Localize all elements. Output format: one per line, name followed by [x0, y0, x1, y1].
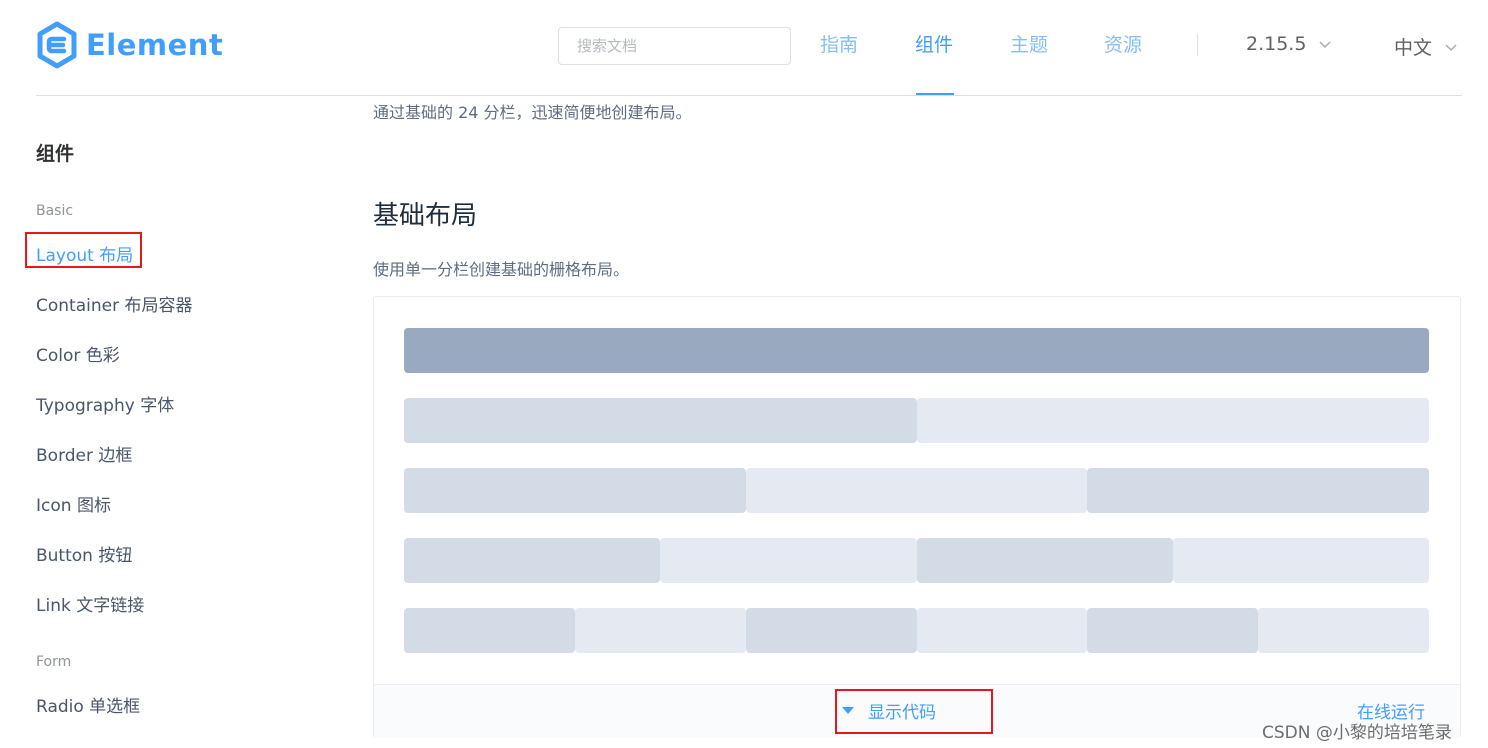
section-description: 使用单一分栏创建基础的栅格布局。	[373, 260, 630, 279]
nav-resource[interactable]: 资源	[1104, 30, 1142, 57]
nav-component[interactable]: 组件	[915, 30, 953, 57]
header-divider	[36, 95, 1462, 96]
top-header: Element 指南 组件 主题 资源 2.15.5 中文	[0, 0, 1488, 96]
watermark: CSDN @小黎的培培笔录	[1262, 723, 1452, 743]
chevron-down-icon	[1445, 43, 1457, 51]
grid-col-span-12	[917, 398, 1429, 443]
show-code-label: 显示代码	[868, 703, 936, 723]
grid-col-span-4	[917, 608, 1087, 653]
language-dropdown[interactable]: 中文	[1394, 33, 1458, 60]
sidebar-item-radio[interactable]: Radio 单选框	[36, 692, 140, 717]
grid-col-span-8	[746, 468, 1087, 513]
section-title: 基础布局	[373, 201, 478, 231]
grid-col-span-24	[404, 328, 1429, 373]
grid-col-span-4	[404, 608, 575, 653]
version-dropdown[interactable]: 2.15.5	[1246, 33, 1332, 55]
grid-col-span-6	[917, 538, 1173, 583]
logo-text: Element	[86, 28, 224, 62]
search-box[interactable]	[558, 27, 791, 65]
grid-col-span-6	[660, 538, 917, 583]
version-label: 2.15.5	[1246, 33, 1307, 55]
nav-guide[interactable]: 指南	[820, 30, 858, 57]
nav-theme[interactable]: 主题	[1010, 30, 1048, 57]
sidebar-item-typography[interactable]: Typography 字体	[36, 391, 174, 416]
grid-col-span-12	[404, 398, 917, 443]
grid-col-span-8	[404, 468, 746, 513]
sidebar-item-border[interactable]: Border 边框	[36, 441, 132, 466]
grid-col-span-4	[1258, 608, 1429, 653]
grid-col-span-6	[404, 538, 660, 583]
element-logo-icon	[37, 21, 77, 69]
grid-col-span-8	[1087, 468, 1429, 513]
sidebar-item-layout[interactable]: Layout 布局	[36, 241, 133, 266]
grid-col-span-4	[1087, 608, 1258, 653]
sidebar-item-color[interactable]: Color 色彩	[36, 341, 120, 366]
sidebar-group-form: Form	[36, 654, 72, 670]
sidebar-group-basic: Basic	[36, 203, 74, 219]
search-input[interactable]	[559, 28, 790, 64]
sidebar-item-button[interactable]: Button 按钮	[36, 541, 132, 566]
grid-col-span-4	[746, 608, 917, 653]
grid-col-span-4	[575, 608, 746, 653]
chevron-down-icon	[1319, 41, 1331, 49]
caret-down-icon	[842, 707, 854, 714]
intro-text: 通过基础的 24 分栏，迅速简便地创建布局。	[373, 103, 692, 122]
language-label: 中文	[1394, 37, 1433, 59]
sidebar-item-link[interactable]: Link 文字链接	[36, 591, 144, 616]
element-logo[interactable]: Element	[36, 21, 223, 69]
sidebar-item-icon[interactable]: Icon 图标	[36, 491, 111, 516]
show-code-button[interactable]: 显示代码	[842, 698, 936, 723]
sidebar-title: 组件	[36, 143, 75, 165]
nav-divider	[1197, 34, 1198, 56]
grid-col-span-6	[1173, 538, 1429, 583]
demo-block: 显示代码 在线运行	[373, 296, 1461, 738]
sidebar-item-container[interactable]: Container 布局容器	[36, 291, 192, 316]
